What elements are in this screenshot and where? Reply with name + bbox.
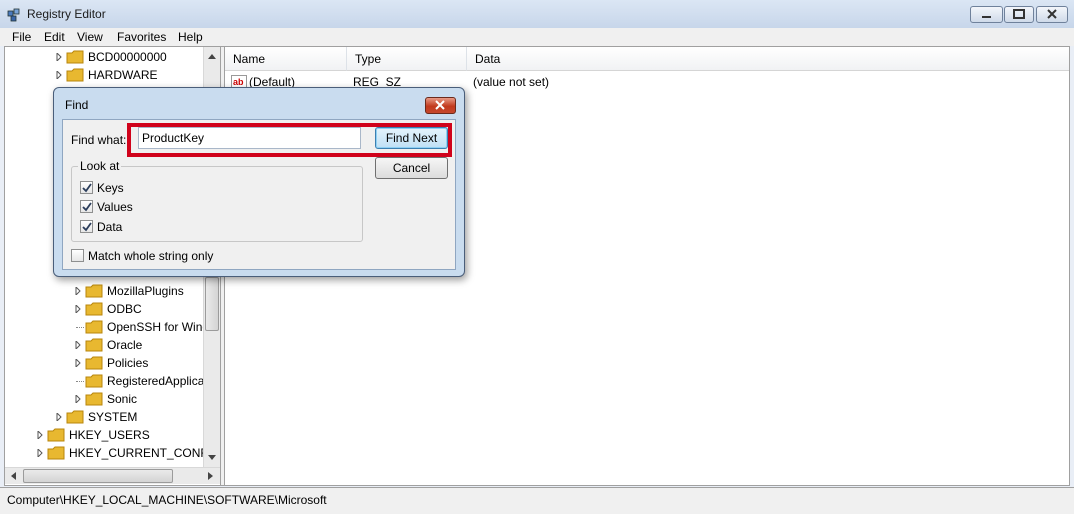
values-checkbox[interactable]: [80, 200, 93, 213]
tree-item-label: Sonic: [107, 392, 138, 406]
dialog-title: Find: [65, 98, 89, 112]
close-icon: [1047, 9, 1057, 19]
close-window-button[interactable]: [1036, 6, 1068, 23]
checkmark-icon: [82, 222, 92, 232]
scroll-right-icon[interactable]: [203, 468, 217, 484]
find-what-label: Find what:: [71, 133, 127, 147]
status-bar: Computer\HKEY_LOCAL_MACHINE\SOFTWARE\Mic…: [0, 487, 1074, 514]
folder-icon: [85, 392, 103, 406]
dialog-close-button[interactable]: [425, 97, 456, 114]
tree-item-label: Policies: [107, 356, 149, 370]
folder-icon: [85, 284, 103, 298]
keys-label: Keys: [97, 181, 124, 195]
tree-item-label: HARDWARE: [88, 68, 158, 82]
folder-icon: [85, 374, 103, 388]
look-at-group: Look at Keys Values Data: [71, 159, 363, 242]
folder-icon: [85, 356, 103, 370]
find-what-input[interactable]: [138, 127, 361, 149]
expand-arrow-icon[interactable]: [55, 413, 63, 421]
close-icon: [435, 100, 445, 110]
scroll-left-icon[interactable]: [7, 468, 21, 484]
expand-arrow-icon[interactable]: [74, 287, 82, 295]
find-dialog: Find Find what: Find Next Cancel Look at…: [53, 87, 465, 277]
menu-view[interactable]: View: [77, 30, 103, 44]
data-label: Data: [97, 220, 123, 234]
expand-arrow-icon[interactable]: [36, 449, 44, 457]
registry-editor-icon: [7, 8, 20, 22]
column-header-type[interactable]: Type: [347, 47, 467, 71]
minimize-icon: [982, 16, 991, 18]
minimize-button[interactable]: [970, 6, 1003, 23]
tree-connector: [76, 327, 84, 328]
expand-arrow-icon[interactable]: [74, 359, 82, 367]
menu-help[interactable]: Help: [178, 30, 203, 44]
folder-icon: [66, 68, 84, 82]
tree-item-label: OpenSSH for Windows: [107, 320, 204, 334]
values-label: Values: [97, 200, 133, 214]
title-bar[interactable]: Registry Editor: [0, 0, 1074, 28]
expand-arrow-icon[interactable]: [74, 305, 82, 313]
tree-horizontal-scrollbar[interactable]: [5, 467, 220, 484]
menu-edit[interactable]: Edit: [44, 30, 65, 44]
checkmark-icon: [82, 202, 92, 212]
tree-item-label: HKEY_CURRENT_CONFIG: [69, 446, 204, 460]
column-header-data[interactable]: Data: [467, 47, 1069, 71]
expand-arrow-icon[interactable]: [74, 341, 82, 349]
expand-arrow-icon[interactable]: [55, 53, 63, 61]
maximize-button[interactable]: [1004, 6, 1034, 23]
window-title: Registry Editor: [27, 7, 106, 21]
folder-icon: [47, 428, 65, 442]
match-whole-string-checkbox[interactable]: [71, 249, 84, 262]
data-checkbox[interactable]: [80, 220, 93, 233]
tree-item-label: SYSTEM: [88, 410, 138, 424]
dialog-body: Find what: Find Next Cancel Look at Keys: [62, 119, 456, 270]
tree-item-label: MozillaPlugins: [107, 284, 184, 298]
folder-icon: [85, 302, 103, 316]
scroll-up-icon[interactable]: [204, 49, 220, 65]
cancel-button[interactable]: Cancel: [375, 157, 448, 179]
tree-item-label: RegisteredApplications: [107, 374, 204, 388]
tree-item-label: HKEY_USERS: [69, 428, 150, 442]
expand-arrow-icon[interactable]: [74, 395, 82, 403]
scroll-thumb[interactable]: [205, 277, 219, 331]
find-next-button[interactable]: Find Next: [375, 127, 448, 149]
match-whole-string-label: Match whole string only: [88, 249, 214, 263]
value-data: (value not set): [473, 75, 550, 89]
tree-item-label: Oracle: [107, 338, 143, 352]
tree-connector: [76, 381, 84, 382]
menu-favorites[interactable]: Favorites: [117, 30, 166, 44]
folder-icon: [47, 446, 65, 460]
registry-editor-window: Registry Editor File Edit View Favorites…: [0, 0, 1074, 514]
folder-icon: [66, 50, 84, 64]
svg-text:ab: ab: [233, 77, 244, 87]
folder-icon: [85, 338, 103, 352]
column-header-name[interactable]: Name: [225, 47, 347, 71]
expand-arrow-icon[interactable]: [36, 431, 44, 439]
keys-checkbox[interactable]: [80, 181, 93, 194]
scroll-thumb[interactable]: [23, 469, 173, 483]
tree-item-label: BCD00000000: [88, 50, 167, 64]
folder-icon: [66, 410, 84, 424]
menu-bar: File Edit View Favorites Help: [0, 28, 1074, 46]
scroll-down-icon[interactable]: [204, 449, 220, 465]
tree-item-label: ODBC: [107, 302, 142, 316]
menu-file[interactable]: File: [12, 30, 31, 44]
folder-icon: [85, 320, 103, 334]
status-path: Computer\HKEY_LOCAL_MACHINE\SOFTWARE\Mic…: [7, 493, 327, 507]
expand-arrow-icon[interactable]: [55, 71, 63, 79]
maximize-icon: [1013, 9, 1025, 19]
look-at-label: Look at: [78, 159, 122, 173]
checkmark-icon: [82, 183, 92, 193]
